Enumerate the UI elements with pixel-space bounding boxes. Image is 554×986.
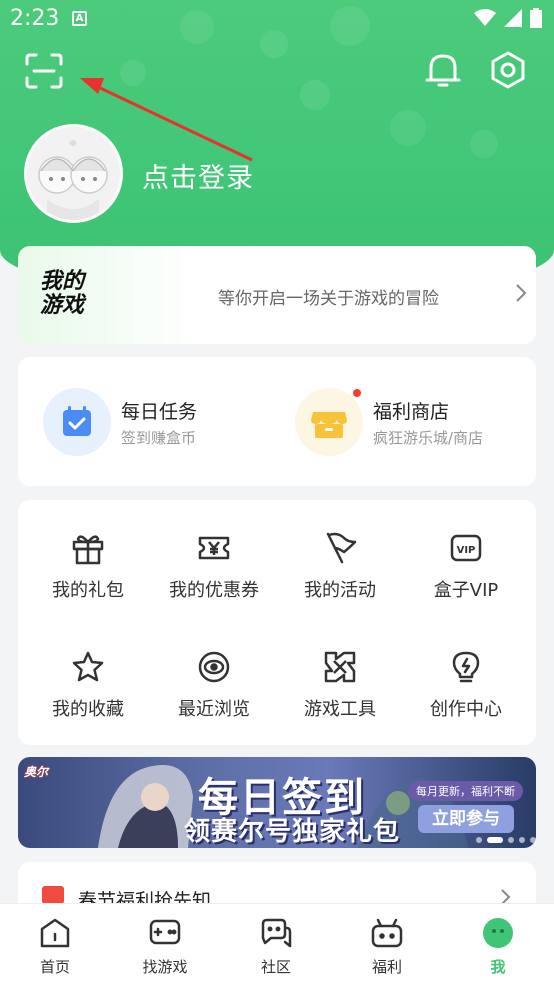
welfare-shop-entry[interactable]: 福利商店 疯狂游乐城/商店 — [295, 388, 525, 456]
tab-community[interactable]: 社区 — [231, 916, 321, 977]
status-bar: 2:23 A — [0, 0, 554, 36]
grid-label-history: 最近浏览 — [178, 699, 250, 720]
banner-game-logo: 奥尔 — [24, 765, 49, 779]
chat-icon — [261, 918, 292, 948]
grid-label-coupon: 我的优惠券 — [169, 580, 259, 601]
grid-label-tools: 游戏工具 — [304, 699, 376, 720]
gift-icon — [72, 535, 104, 565]
calendar-check-icon — [63, 406, 91, 436]
grid-label-gift: 我的礼包 — [52, 580, 124, 601]
settings-button[interactable] — [488, 50, 528, 90]
features-grid: 我的礼包 我的优惠券 我的活动 VIP 盒子VIP 我的收藏 最近浏览 游戏工具… — [18, 500, 536, 745]
bottom-tab-bar: 首页 找游戏 社区 福利 我 — [0, 903, 554, 986]
notification-a-icon: A — [72, 11, 87, 26]
chevron-right-icon — [516, 284, 527, 302]
battery-icon — [530, 8, 542, 28]
intro-card[interactable]: 我的 游戏 等你开启一场关于游戏的冒险 — [18, 246, 536, 344]
welfare-shop-subtitle: 疯狂游乐城/商店 — [373, 429, 484, 447]
grid-label-creator: 创作中心 — [430, 699, 502, 720]
tasks-card: 每日任务 签到赚盒币 福利商店 疯狂游乐城/商店 — [18, 357, 536, 486]
grid-item-creator[interactable]: 创作中心 — [401, 649, 531, 739]
my-games-logo: 我的 游戏 — [40, 269, 85, 318]
settings-hexagon-icon — [491, 51, 525, 89]
grid-item-tools[interactable]: 游戏工具 — [275, 649, 405, 739]
notifications-button[interactable] — [424, 50, 462, 90]
daily-task-subtitle: 签到赚盒币 — [121, 429, 197, 447]
flag-icon — [326, 532, 357, 564]
daily-task-title: 每日任务 — [121, 401, 198, 423]
bulb-icon — [452, 651, 480, 683]
signal-icon — [504, 9, 522, 27]
eye-icon — [198, 651, 230, 683]
avatar[interactable] — [24, 124, 123, 223]
face-icon — [483, 918, 513, 948]
scan-icon — [25, 53, 63, 89]
wifi-icon — [474, 9, 496, 26]
grid-label-vip: 盒子VIP — [433, 580, 499, 601]
grid-item-favorites[interactable]: 我的收藏 — [23, 649, 153, 739]
tab-welfare-label: 福利 — [371, 958, 402, 976]
grid-item-coupon[interactable]: 我的优惠券 — [149, 530, 279, 620]
grid-item-vip[interactable]: VIP 盒子VIP — [401, 530, 531, 620]
grid-label-activity: 我的活动 — [304, 580, 376, 601]
banner-subtitle: 领赛尔号独家礼包 — [184, 817, 401, 847]
tab-community-label: 社区 — [260, 958, 291, 976]
grid-item-gift[interactable]: 我的礼包 — [23, 530, 153, 620]
banner-join-button[interactable]: 立即参与 — [418, 805, 514, 833]
coupon-icon — [198, 536, 230, 560]
red-envelope-icon — [42, 886, 64, 904]
home-icon — [40, 918, 70, 948]
daily-task-entry[interactable]: 每日任务 签到赚盒币 — [43, 388, 263, 456]
grid-item-activity[interactable]: 我的活动 — [275, 530, 405, 620]
tab-home-label: 首页 — [39, 958, 70, 976]
tab-find-games-label: 找游戏 — [142, 958, 188, 976]
intro-text: 等你开启一场关于游戏的冒险 — [218, 289, 439, 309]
grid-item-history[interactable]: 最近浏览 — [149, 649, 279, 739]
gamepad-icon — [149, 919, 181, 945]
tools-icon — [324, 651, 356, 683]
shop-icon — [311, 412, 347, 438]
tab-me-label: 我 — [490, 958, 506, 976]
avatar-illustration-icon — [27, 127, 120, 220]
vip-icon: VIP — [450, 534, 482, 562]
banner-pagination — [476, 837, 536, 843]
bell-icon — [425, 54, 461, 87]
tab-me[interactable]: 我 — [453, 916, 543, 977]
status-time: 2:23 — [10, 6, 60, 31]
gift-box-icon — [371, 918, 403, 948]
star-icon — [72, 651, 104, 682]
banner-tagline: 每月更新，福利不断 — [408, 781, 523, 801]
scan-button[interactable] — [24, 52, 64, 90]
new-badge — [353, 389, 361, 397]
welfare-shop-title: 福利商店 — [373, 401, 450, 423]
grid-label-favorites: 我的收藏 — [52, 699, 124, 720]
tab-home[interactable]: 首页 — [10, 916, 100, 977]
tab-welfare[interactable]: 福利 — [342, 916, 432, 977]
login-prompt[interactable]: 点击登录 — [142, 156, 254, 195]
svg-text:VIP: VIP — [457, 545, 476, 556]
tab-find-games[interactable]: 找游戏 — [120, 916, 210, 977]
promo-banner[interactable]: 奥尔 每日签到 领赛尔号独家礼包 每月更新，福利不断 立即参与 — [18, 757, 536, 848]
